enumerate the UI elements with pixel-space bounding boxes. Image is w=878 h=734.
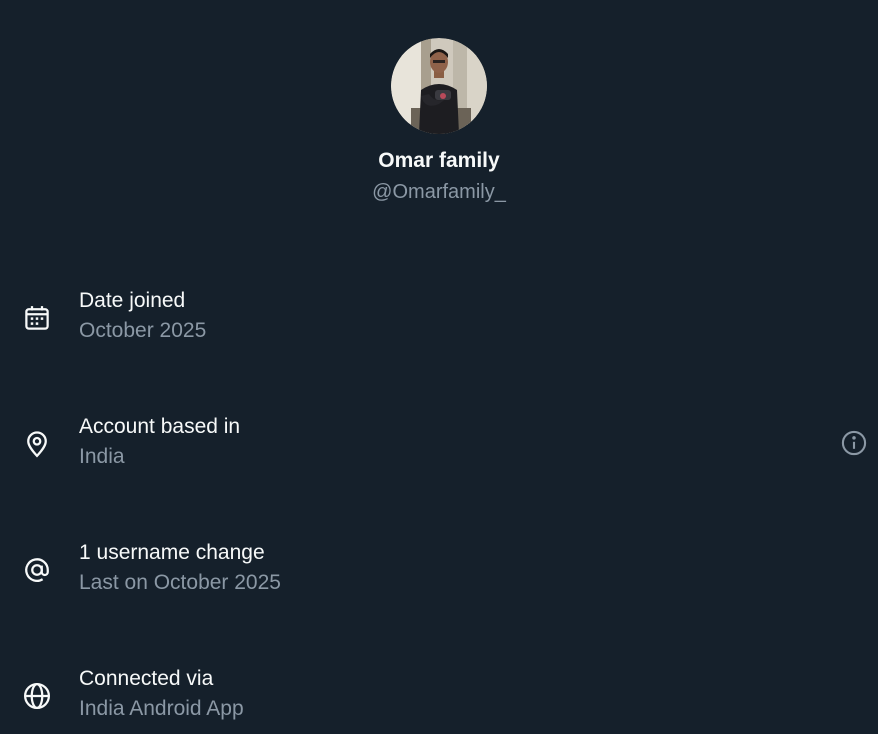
detail-row-username-change: 1 username change Last on October 2025 — [0, 539, 878, 603]
detail-row-account-based-in: Account based in India — [0, 413, 878, 477]
location-pin-icon — [20, 427, 54, 461]
detail-row-connected-via: Connected via India Android App — [0, 665, 878, 729]
detail-value: India Android App — [79, 697, 244, 720]
calendar-icon — [20, 301, 54, 335]
at-sign-icon — [20, 553, 54, 587]
detail-value: Last on October 2025 — [79, 571, 281, 594]
info-icon[interactable] — [837, 426, 871, 460]
detail-value: October 2025 — [79, 319, 207, 342]
display-name: Omar family — [378, 149, 500, 172]
globe-icon — [20, 679, 54, 713]
detail-row-date-joined: Date joined October 2025 — [0, 287, 878, 351]
profile-header: Omar family @Omarfamily_ — [0, 0, 878, 205]
avatar[interactable] — [391, 38, 487, 134]
detail-label: 1 username change — [79, 541, 265, 564]
detail-label: Date joined — [79, 289, 186, 312]
detail-label: Account based in — [79, 415, 241, 438]
detail-value: India — [79, 445, 125, 468]
detail-label: Connected via — [79, 667, 214, 690]
username-handle: @Omarfamily_ — [372, 181, 506, 203]
